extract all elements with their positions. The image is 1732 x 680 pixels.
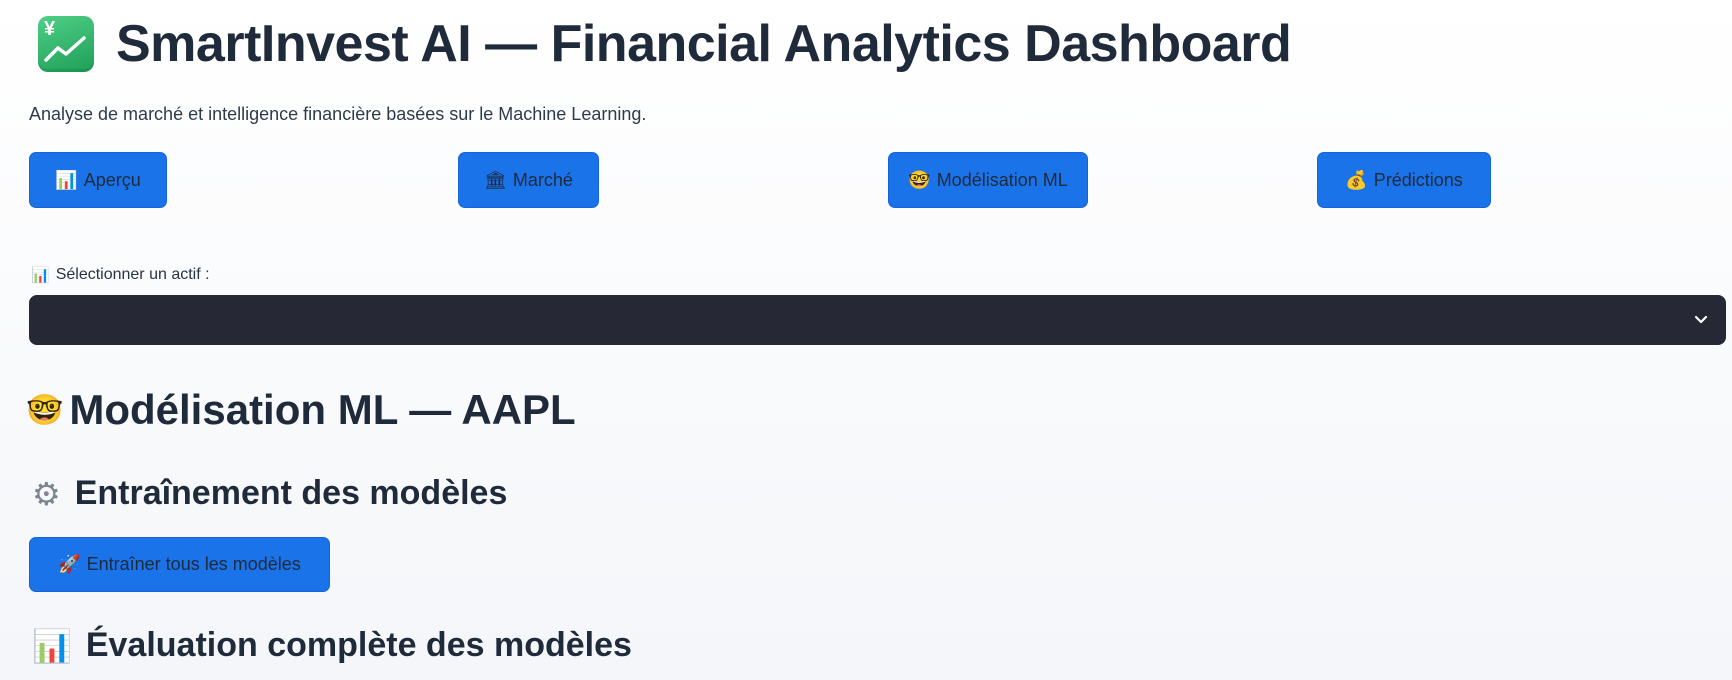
nav-button-label: Modélisation ML	[936, 169, 1068, 190]
nav-button-label: Aperçu	[83, 169, 141, 190]
section-title-text: Modélisation ML — AAPL	[69, 386, 576, 433]
bar-chart-icon: 📊	[32, 626, 72, 665]
section-title: 🤓 Modélisation ML — AAPL	[26, 386, 576, 434]
nav-button-label: Marché	[512, 169, 573, 190]
nav-button-marche[interactable]: 🏛 Marché	[458, 152, 599, 208]
nav-button-predictions[interactable]: 💰 Prédictions	[1317, 152, 1491, 208]
gear-icon: ⚙	[32, 474, 61, 513]
rocket-icon: 🚀	[58, 554, 81, 575]
nav-button-label: Prédictions	[1373, 169, 1463, 190]
page-title: ¥ SmartInvest AI — Financial Analytics D…	[38, 14, 1292, 74]
asset-select-label-text: Sélectionner un actif :	[55, 266, 210, 283]
training-heading-text: Entraînement des modèles	[74, 474, 508, 512]
evaluation-heading: 📊 Évaluation complète des modèles	[32, 626, 632, 665]
bank-icon: 🏛	[484, 169, 507, 191]
page-subtitle: Analyse de marché et intelligence financ…	[29, 104, 647, 124]
app: ¥ SmartInvest AI — Financial Analytics D…	[0, 0, 1732, 680]
money-bag-icon: 💰	[1345, 169, 1368, 191]
asset-select[interactable]	[29, 295, 1726, 345]
train-all-models-label: Entraîner tous les modèles	[86, 554, 301, 574]
train-all-models-button[interactable]: 🚀 Entraîner tous les modèles	[29, 537, 330, 592]
chart-increasing-yen-icon: ¥	[38, 16, 94, 72]
nav-button-modelisation-ml[interactable]: 🤓 Modélisation ML	[888, 152, 1088, 208]
nav-button-apercu[interactable]: 📊 Aperçu	[29, 152, 167, 208]
page-title-text: SmartInvest AI — Financial Analytics Das…	[116, 15, 1292, 73]
bar-chart-icon: 📊	[31, 266, 50, 284]
bar-chart-icon: 📊	[55, 169, 78, 191]
nerd-face-icon: 🤓	[908, 169, 931, 191]
chevron-down-icon	[1694, 315, 1708, 324]
asset-select-label: 📊 Sélectionner un actif :	[31, 266, 210, 284]
training-heading: ⚙ Entraînement des modèles	[32, 474, 507, 513]
nerd-face-icon: 🤓	[26, 392, 64, 428]
evaluation-heading-text: Évaluation complète des modèles	[85, 626, 632, 664]
